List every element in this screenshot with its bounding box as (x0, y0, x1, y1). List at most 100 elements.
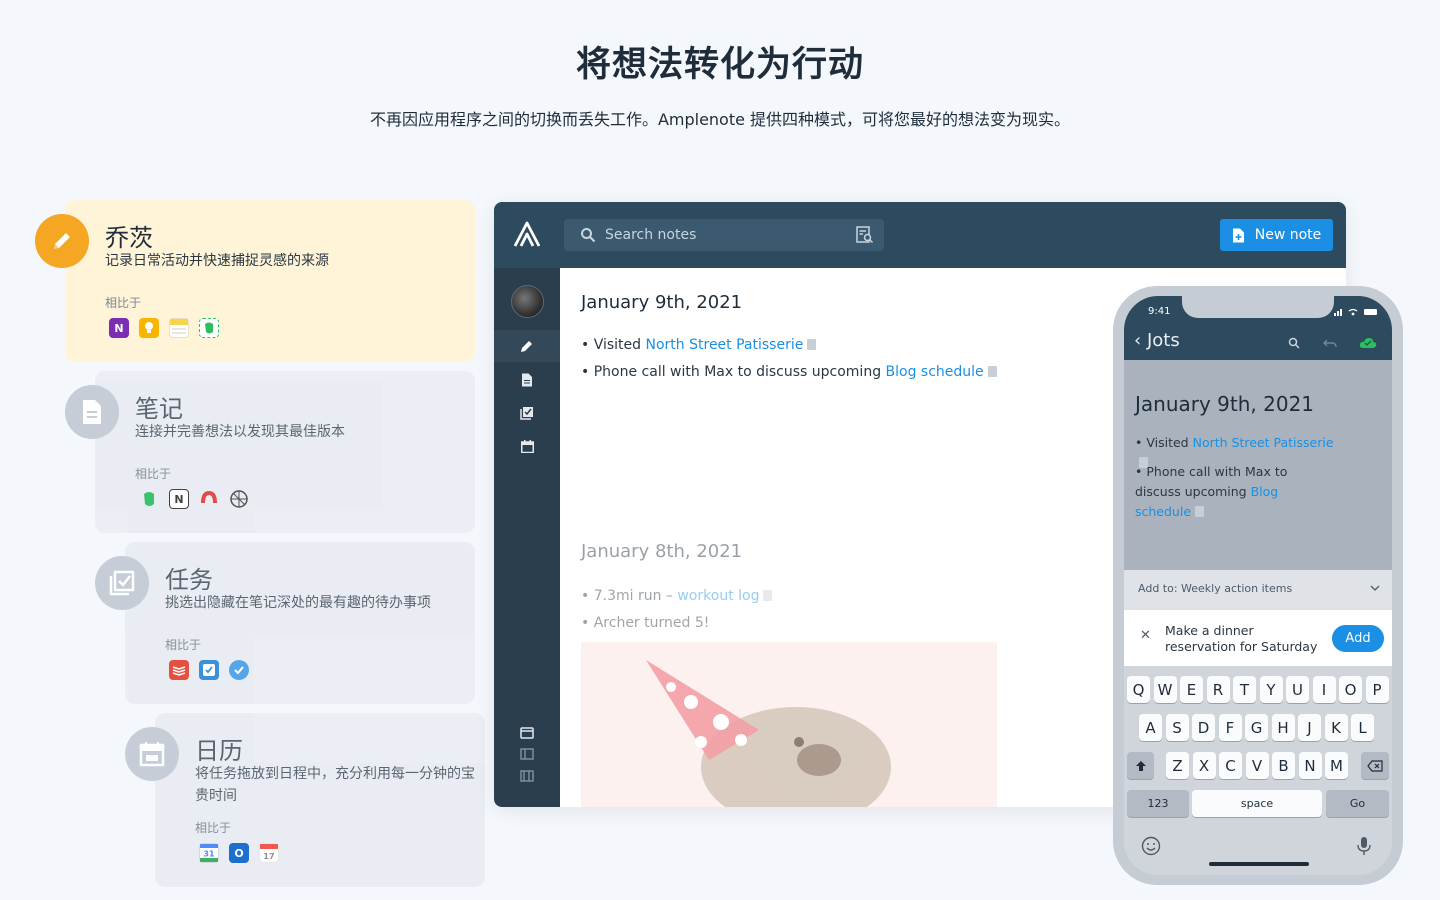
key-d[interactable]: D (1192, 714, 1215, 741)
mode-card-calendar[interactable]: 日历 将任务拖放到日程中，充分利用每一分钟的宝贵时间 相比于 31 O 17 (125, 713, 485, 887)
mode-title: 任务 (165, 566, 213, 594)
mode-description: 记录日常活动并快速捕捉灵感的来源 (105, 253, 329, 269)
key-t[interactable]: T (1233, 676, 1256, 703)
add-to-dropdown[interactable]: Add to: Weekly action items (1124, 570, 1392, 608)
avatar[interactable] (511, 285, 544, 318)
on-screen-keyboard: Q W E R T Y U I O P A S D F G H J K L Z X C V B N M 123 space Go (1124, 666, 1392, 875)
mode-description: 将任务拖放到日程中，充分利用每一分钟的宝贵时间 (195, 766, 475, 804)
task-input[interactable]: Make a dinner reservation for Saturday (1165, 623, 1325, 655)
key-h[interactable]: H (1271, 714, 1295, 741)
obsidian-icon (229, 489, 249, 509)
outlook-icon: O (229, 843, 249, 863)
jot-bullet: • Archer turned 5! (581, 615, 710, 631)
microphone-icon[interactable] (1357, 836, 1371, 860)
space-key[interactable]: space (1192, 790, 1322, 817)
key-e[interactable]: E (1180, 676, 1203, 703)
jot-date: January 8th, 2021 (581, 541, 743, 562)
layout-columns-icon[interactable] (494, 760, 560, 792)
key-j[interactable]: J (1298, 714, 1321, 741)
key-w[interactable]: W (1153, 676, 1177, 703)
key-i[interactable]: I (1312, 676, 1336, 703)
key-v[interactable]: V (1245, 752, 1269, 779)
app-sidebar (494, 268, 560, 807)
key-z[interactable]: Z (1166, 752, 1189, 779)
shift-key-icon[interactable] (1127, 752, 1154, 779)
compare-label: 相比于 (135, 467, 172, 481)
key-a[interactable]: A (1139, 714, 1162, 741)
sidebar-item-jots[interactable] (494, 330, 560, 362)
back-button[interactable]: ‹ Jots (1134, 330, 1180, 351)
document-icon (65, 385, 119, 439)
signal-wifi-battery-icon (1334, 308, 1377, 316)
things-icon (229, 660, 249, 680)
key-u[interactable]: U (1286, 676, 1309, 703)
compare-label: 相比于 (195, 821, 232, 835)
key-n[interactable]: N (1298, 752, 1322, 779)
search-input[interactable]: Search notes (564, 219, 884, 251)
status-time: 9:41 (1148, 306, 1171, 317)
jot-bullet: • Visited North Street Patisserie (581, 337, 817, 353)
note-doc-icon (1195, 506, 1205, 517)
key-o[interactable]: O (1339, 676, 1362, 703)
note-link[interactable]: North Street Patisserie (1193, 435, 1334, 450)
go-key[interactable]: Go (1326, 790, 1389, 817)
google-calendar-icon: 31 (199, 843, 219, 863)
key-g[interactable]: G (1245, 714, 1268, 741)
search-placeholder: Search notes (605, 227, 697, 243)
numbers-key[interactable]: 123 (1127, 790, 1189, 817)
svg-text:17: 17 (263, 852, 274, 861)
mode-card-jots[interactable]: 乔茨 记录日常活动并快速捕捉灵感的来源 相比于 N (35, 200, 475, 362)
key-p[interactable]: P (1365, 676, 1389, 703)
phone-jot: January 9th, 2021 • Visited North Street… (1124, 360, 1392, 570)
jot-bullet: • Phone call with Max to discuss upcomin… (581, 364, 997, 380)
key-k[interactable]: K (1324, 714, 1348, 741)
roam-icon (199, 489, 219, 509)
note-link[interactable]: Blog schedule (886, 364, 984, 380)
sidebar-item-notes[interactable] (494, 364, 560, 396)
note-doc-icon (763, 590, 773, 601)
jot-date: January 9th, 2021 (1135, 392, 1315, 416)
phone-notch (1182, 296, 1334, 318)
document-icon (522, 373, 532, 387)
microsoft-todo-icon (199, 660, 219, 680)
note-doc-icon (987, 366, 997, 377)
note-doc-icon (807, 339, 817, 350)
close-icon[interactable]: ✕ (1140, 628, 1151, 643)
new-note-label: New note (1254, 227, 1322, 243)
key-f[interactable]: F (1218, 714, 1242, 741)
key-b[interactable]: B (1272, 752, 1295, 779)
advanced-search-icon[interactable] (856, 226, 874, 244)
search-icon (581, 228, 596, 243)
pencil-icon (35, 214, 89, 268)
key-m[interactable]: M (1325, 752, 1348, 779)
key-s[interactable]: S (1165, 714, 1189, 741)
key-q[interactable]: Q (1127, 676, 1150, 703)
key-c[interactable]: C (1219, 752, 1242, 779)
apple-notes-icon (169, 318, 189, 338)
search-icon[interactable] (1288, 337, 1300, 349)
note-link[interactable]: North Street Patisserie (646, 337, 804, 353)
pencil-icon (521, 341, 532, 352)
add-task-button[interactable]: Add (1332, 625, 1384, 652)
chevron-down-icon (1370, 585, 1380, 591)
mode-card-notes[interactable]: 笔记 连接并完善想法以发现其最佳版本 相比于 N (65, 371, 475, 533)
note-link[interactable]: workout log (677, 588, 759, 604)
checkbox-icon (95, 556, 149, 610)
key-r[interactable]: R (1206, 676, 1230, 703)
new-note-button[interactable]: New note (1220, 219, 1333, 251)
mode-title: 乔茨 (105, 224, 153, 252)
sidebar-item-tasks[interactable] (494, 397, 560, 429)
undo-icon[interactable] (1323, 338, 1337, 348)
compare-label: 相比于 (165, 638, 202, 652)
checkbox-icon (520, 407, 533, 420)
dog-party-hat-photo (581, 642, 997, 807)
backspace-key-icon[interactable] (1361, 752, 1389, 779)
sidebar-item-calendar[interactable] (494, 430, 560, 462)
jot-bullet: • Phone call with Max to discuss upcomin… (1135, 464, 1288, 519)
key-y[interactable]: Y (1259, 676, 1283, 703)
mode-card-tasks[interactable]: 任务 挑选出隐藏在笔记深处的最有趣的待办事项 相比于 (95, 542, 475, 704)
key-x[interactable]: X (1192, 752, 1216, 779)
keep-icon (139, 318, 159, 338)
key-l[interactable]: L (1351, 714, 1374, 741)
emoji-icon[interactable] (1141, 836, 1161, 860)
